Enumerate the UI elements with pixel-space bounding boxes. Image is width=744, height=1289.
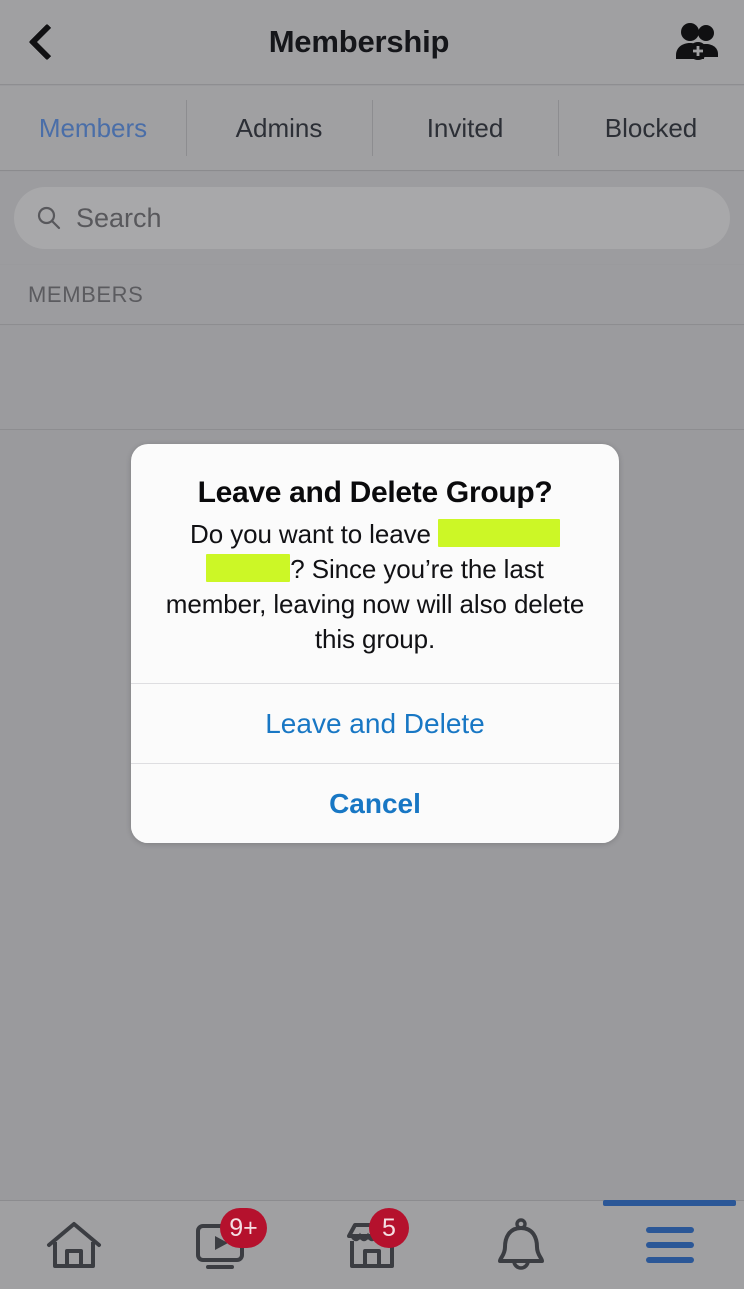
nav-item-home[interactable] bbox=[0, 1201, 149, 1289]
phone-screen: Membership Members Admins Invited Blocke… bbox=[0, 0, 744, 1289]
add-members-icon bbox=[676, 23, 718, 60]
nav-item-menu[interactable] bbox=[595, 1200, 744, 1289]
dialog-message-part1: Do you want to leave bbox=[190, 519, 431, 549]
page-title: Membership bbox=[268, 24, 450, 59]
menu-line bbox=[645, 1227, 694, 1233]
dialog-body: Leave and Delete Group? Do you want to l… bbox=[131, 444, 619, 683]
tab-label: Blocked bbox=[604, 112, 698, 143]
menu-icon bbox=[645, 1218, 694, 1272]
marketplace-icon-wrap: 5 bbox=[339, 1208, 409, 1276]
bell-icon-wrap bbox=[488, 1214, 554, 1276]
chevron-left-icon bbox=[28, 23, 66, 61]
app-header: Membership bbox=[0, 0, 744, 85]
search-placeholder: Search bbox=[76, 202, 162, 233]
tab-blocked[interactable]: Blocked bbox=[558, 86, 744, 170]
video-badge: 9+ bbox=[220, 1208, 267, 1248]
menu-line bbox=[645, 1242, 694, 1248]
video-icon-wrap: 9+ bbox=[190, 1208, 267, 1276]
bell-icon bbox=[497, 1218, 544, 1270]
marketplace-badge: 5 bbox=[368, 1208, 409, 1248]
members-section-header: MEMBERS bbox=[0, 265, 744, 325]
cancel-button[interactable]: Cancel bbox=[131, 763, 619, 843]
home-icon-wrap bbox=[41, 1214, 107, 1276]
bottom-navigation-bar: 9+ 5 bbox=[0, 1200, 744, 1289]
dialog-message: Do you want to leave ? Since you’re the … bbox=[153, 517, 597, 657]
member-row-placeholder[interactable] bbox=[0, 326, 744, 430]
search-container: Search bbox=[0, 172, 744, 264]
home-icon bbox=[47, 1222, 102, 1268]
tab-members[interactable]: Members bbox=[0, 86, 186, 170]
membership-tabbar: Members Admins Invited Blocked bbox=[0, 86, 744, 171]
tab-label: Invited bbox=[426, 112, 504, 143]
leave-and-delete-button[interactable]: Leave and Delete bbox=[131, 683, 619, 763]
add-members-button[interactable] bbox=[652, 0, 744, 85]
active-tab-indicator bbox=[603, 1200, 736, 1206]
redacted-group-name-line2 bbox=[206, 554, 291, 582]
dialog-title: Leave and Delete Group? bbox=[197, 476, 553, 509]
redacted-group-name-line1 bbox=[437, 519, 560, 547]
tab-invited[interactable]: Invited bbox=[372, 86, 558, 170]
nav-item-video[interactable]: 9+ bbox=[149, 1201, 298, 1289]
tab-label: Admins bbox=[235, 112, 323, 143]
nav-item-marketplace[interactable]: 5 bbox=[298, 1201, 447, 1289]
tab-label: Members bbox=[38, 112, 148, 143]
tab-admins[interactable]: Admins bbox=[186, 86, 372, 170]
search-input[interactable]: Search bbox=[14, 187, 730, 249]
leave-delete-group-dialog: Leave and Delete Group? Do you want to l… bbox=[131, 444, 619, 843]
search-icon bbox=[37, 206, 61, 230]
nav-item-notifications[interactable] bbox=[446, 1201, 595, 1289]
section-header-label: MEMBERS bbox=[28, 281, 144, 307]
menu-line bbox=[645, 1257, 694, 1263]
